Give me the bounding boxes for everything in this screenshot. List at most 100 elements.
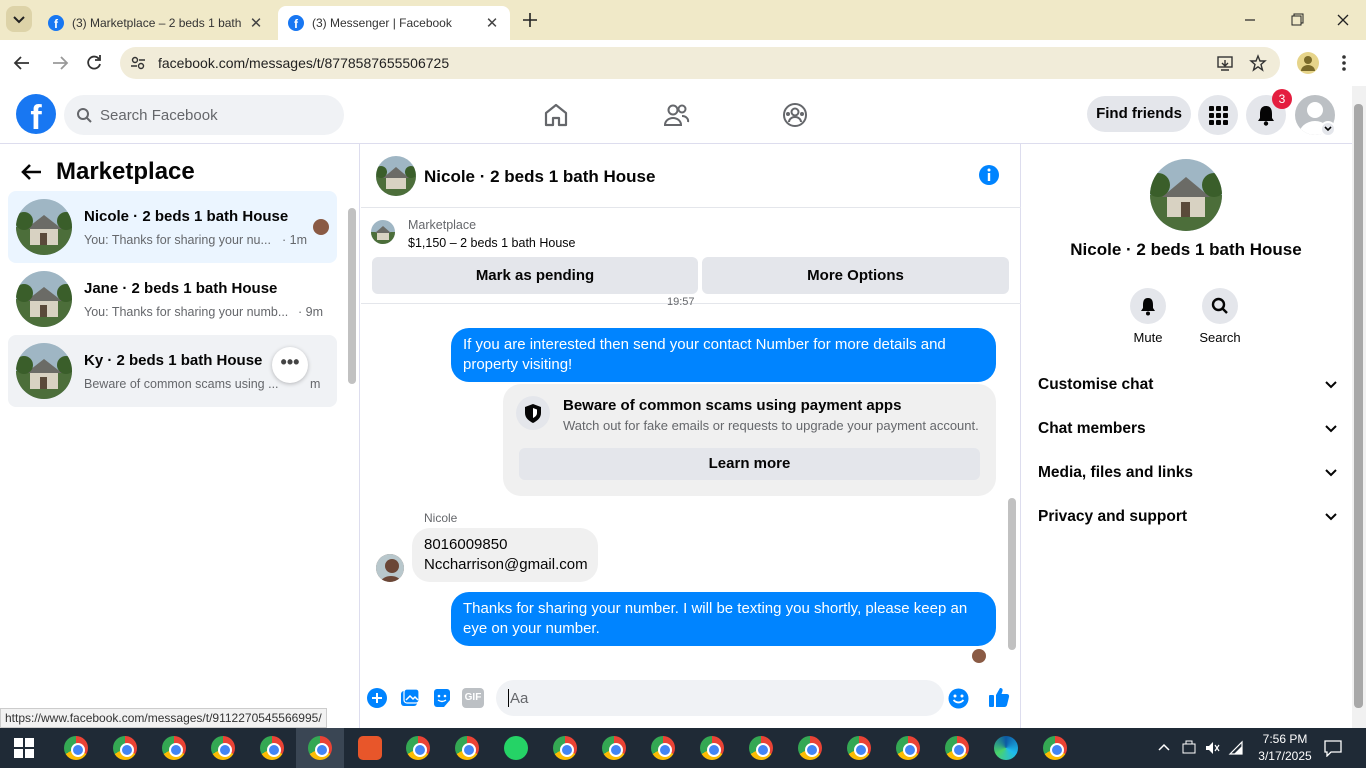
privacy-support-row[interactable]: Privacy and support [1038,508,1338,532]
chrome-taskbar-icon[interactable] [651,736,675,760]
chrome-taskbar-icon[interactable] [260,736,284,760]
send-like-button[interactable] [988,686,1010,708]
learn-more-button[interactable]: Learn more [519,448,980,480]
battery-icon[interactable] [1181,740,1197,756]
friends-nav-button[interactable] [662,101,690,129]
conversation-info-button[interactable] [978,164,1000,186]
chrome-taskbar-icon-active[interactable] [308,736,332,760]
profile-icon [1301,56,1315,71]
site-settings-icon[interactable] [130,55,146,71]
composer-placeholder: Aa [510,690,529,707]
conversation-options-button[interactable]: ••• [272,347,308,383]
chrome-taskbar-icon[interactable] [553,736,577,760]
new-tab-button[interactable] [520,10,540,30]
incoming-message-line: 8016009850 [424,536,508,553]
conversation-preview: You: Thanks for sharing your numb... [84,305,289,319]
emoji-button[interactable] [948,688,969,709]
install-app-icon[interactable] [1216,54,1234,72]
left-scrollbar-thumb[interactable] [348,208,356,384]
browser-menu-button[interactable] [1336,53,1352,73]
close-tab-icon[interactable]: ✕ [248,14,264,32]
listing-price[interactable]: $1,150 – 2 beds 1 bath House [408,236,576,250]
tab-marketplace[interactable]: f (3) Marketplace – 2 beds 1 bath ✕ [38,6,274,40]
listing-source: Marketplace [408,218,477,232]
url-text[interactable]: facebook.com/messages/t/8778587655506725 [158,55,449,71]
mute-button[interactable]: Mute [1118,288,1178,345]
menu-button[interactable] [1198,95,1238,135]
chrome-taskbar-icon[interactable] [749,736,773,760]
chevron-up-icon[interactable] [1158,742,1170,752]
conversation-preview: Beware of common scams using ... [84,377,279,391]
restore-button[interactable] [1287,10,1307,30]
incoming-message[interactable]: 8016009850 Nccharrison@gmail.com [412,528,598,582]
customise-chat-row[interactable]: Customise chat [1038,376,1338,400]
chrome-taskbar-icon[interactable] [64,736,88,760]
chrome-taskbar-icon[interactable] [945,736,969,760]
close-tab-icon[interactable]: ✕ [484,14,500,32]
notification-center-icon[interactable] [1324,739,1342,757]
facebook-logo-icon[interactable]: f [16,94,56,134]
conversation-item[interactable]: Ky · 2 beds 1 bath House Beware of commo… [8,335,337,407]
start-button[interactable] [14,738,34,758]
chat-scrollbar-thumb[interactable] [1008,498,1016,650]
shield-icon [525,404,541,423]
tab-messenger[interactable]: f (3) Messenger | Facebook ✕ [278,6,510,40]
chrome-taskbar-icon[interactable] [406,736,430,760]
page-scrollbar-thumb[interactable] [1354,104,1363,708]
groups-nav-button[interactable] [781,101,809,129]
back-button[interactable] [20,160,44,184]
chat-members-row[interactable]: Chat members [1038,420,1338,444]
chrome-taskbar-icon[interactable] [798,736,822,760]
app-taskbar-icon[interactable] [358,736,382,760]
chrome-taskbar-icon[interactable] [211,736,235,760]
close-icon [1337,14,1349,26]
media-files-links-row[interactable]: Media, files and links [1038,464,1338,488]
message-composer-input[interactable]: Aa [496,680,969,716]
reload-button[interactable] [84,53,104,73]
sticker-button[interactable] [432,688,452,708]
search-placeholder: Search Facebook [100,107,218,124]
volume-muted-icon[interactable] [1204,740,1220,756]
find-friends-button[interactable]: Find friends [1087,96,1191,132]
back-button[interactable] [12,53,32,73]
tab-search-button[interactable] [6,6,32,32]
profile-button[interactable] [1297,52,1319,74]
wifi-icon[interactable] [1228,740,1244,756]
chat-title[interactable]: Nicole · 2 beds 1 bath House [424,167,655,187]
chrome-taskbar-icon[interactable] [1043,736,1067,760]
conversation-item[interactable]: Nicole · 2 beds 1 bath House You: Thanks… [8,191,337,263]
outgoing-message[interactable]: If you are interested then send your con… [451,328,996,382]
home-nav-button[interactable] [542,101,570,129]
sender-avatar [376,554,404,582]
minimize-button[interactable] [1240,10,1260,30]
account-chevron-icon[interactable] [1320,121,1336,137]
attach-photo-button[interactable] [400,688,420,708]
omnibox[interactable]: facebook.com/messages/t/8778587655506725 [120,47,1280,79]
forward-button[interactable] [50,53,70,73]
facebook-favicon-icon: f [48,15,64,31]
outgoing-message[interactable]: Thanks for sharing your number. I will b… [451,592,996,646]
bookmark-star-icon[interactable] [1249,54,1267,72]
conversation-item[interactable]: Jane · 2 beds 1 bath House You: Thanks f… [8,263,337,335]
chrome-taskbar-icon[interactable] [700,736,724,760]
close-window-button[interactable] [1333,10,1353,30]
chrome-taskbar-icon[interactable] [455,736,479,760]
house-thumbnail [16,199,72,255]
search-in-conversation-button[interactable]: Search [1190,288,1250,345]
gif-button[interactable]: GIF [462,688,484,708]
chrome-taskbar-icon[interactable] [113,736,137,760]
chrome-taskbar-icon[interactable] [847,736,871,760]
facebook-search-input[interactable]: Search Facebook [64,95,344,135]
sticker-icon [434,689,450,707]
mark-as-pending-button[interactable]: Mark as pending [372,257,698,294]
whatsapp-taskbar-icon[interactable] [504,736,528,760]
info-icon [979,165,999,185]
edge-taskbar-icon[interactable] [994,736,1018,760]
system-clock[interactable]: 7:56 PM 3/17/2025 [1250,731,1320,765]
more-options-button[interactable]: More Options [702,257,1009,294]
chrome-taskbar-icon[interactable] [602,736,626,760]
more-actions-button[interactable] [367,688,387,708]
conversation-name: Nicole · 2 beds 1 bath House [84,208,289,225]
chrome-taskbar-icon[interactable] [896,736,920,760]
chrome-taskbar-icon[interactable] [162,736,186,760]
